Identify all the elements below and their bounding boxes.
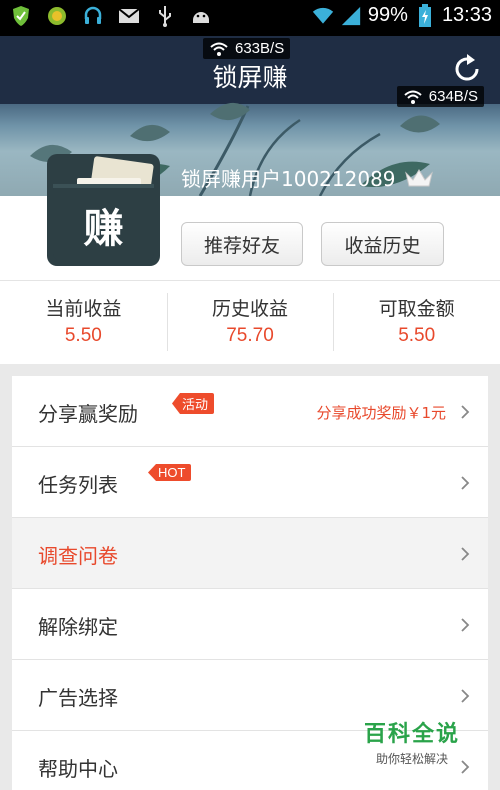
recommend-friend-button[interactable]: 推荐好友 <box>181 222 303 266</box>
chevron-right-icon <box>461 689 470 703</box>
menu-item-label: 帮助中心 <box>38 757 118 781</box>
stat-withdrawable: 可取金额 5.50 <box>333 281 500 364</box>
stat-current-earnings: 当前收益 5.50 <box>0 281 167 364</box>
menu-item-unbind[interactable]: 解除绑定 <box>12 589 488 660</box>
activity-tag: 活动 <box>172 393 215 414</box>
menu-item-label: 分享赢奖励 <box>38 402 138 426</box>
shield-icon <box>10 5 32 27</box>
battery-icon <box>414 3 436 27</box>
stat-value: 5.50 <box>64 325 102 346</box>
menu-item-survey[interactable]: 调查问卷 <box>12 518 488 589</box>
menu-item-label: 广告选择 <box>38 686 118 710</box>
menu-item-label: 解除绑定 <box>38 615 118 639</box>
watermark-title: 百科全说 <box>363 722 460 747</box>
menu-item-label: 调查问卷 <box>38 544 118 568</box>
status-bar: 99% 13:33 <box>0 0 500 36</box>
username-text: 锁屏赚用户100212089 <box>181 167 396 191</box>
chevron-right-icon <box>461 405 470 419</box>
net-speed-text: 634B/S <box>428 88 478 105</box>
net-speed-text: 633B/S <box>235 40 285 57</box>
refresh-icon[interactable] <box>450 52 484 86</box>
crown-icon <box>404 168 433 186</box>
watermark: 百科全说 助你轻松解决 <box>362 716 462 767</box>
earnings-history-button[interactable]: 收益历史 <box>321 222 444 266</box>
username: 锁屏赚用户100212089 <box>181 163 434 192</box>
net-speed-indicator: 633B/S <box>203 38 291 59</box>
menu-item-tasks[interactable]: 任务列表 HOT <box>12 447 488 518</box>
wifi-icon <box>404 90 422 104</box>
watermark-subtitle: 助你轻松解决 <box>375 752 448 766</box>
chevron-right-icon <box>461 547 470 561</box>
avatar-char: 赚 <box>83 206 124 252</box>
usb-icon <box>154 5 176 27</box>
menu-item-share[interactable]: 分享赢奖励 活动 分享成功奖励￥1元 <box>12 376 488 447</box>
net-speed-indicator: 634B/S <box>396 86 484 107</box>
stat-label: 历史收益 <box>212 298 289 320</box>
stat-label: 可取金额 <box>378 298 455 320</box>
stat-total-earnings: 历史收益 75.70 <box>166 281 334 364</box>
stat-value: 5.50 <box>398 325 436 346</box>
menu-item-label: 任务列表 <box>38 473 118 497</box>
battery-percent: 99% <box>367 4 408 26</box>
wifi-icon <box>210 42 228 56</box>
mail-icon <box>118 5 140 27</box>
signal-icon <box>340 5 362 27</box>
chevron-right-icon <box>461 476 470 490</box>
stat-label: 当前收益 <box>45 298 122 320</box>
earnings-stats: 当前收益 5.50 历史收益 75.70 可取金额 5.50 <box>0 280 500 364</box>
share-reward-note: 分享成功奖励￥1元 <box>316 404 446 422</box>
wifi-icon <box>312 5 334 27</box>
headset-icon <box>82 5 104 27</box>
clock: 13:33 <box>441 4 492 26</box>
chevron-right-icon <box>461 618 470 632</box>
coin-icon <box>46 5 68 27</box>
stat-value: 75.70 <box>226 325 274 346</box>
hot-tag: HOT <box>148 464 192 481</box>
avatar: 赚 <box>47 154 160 266</box>
android-icon <box>190 5 212 27</box>
